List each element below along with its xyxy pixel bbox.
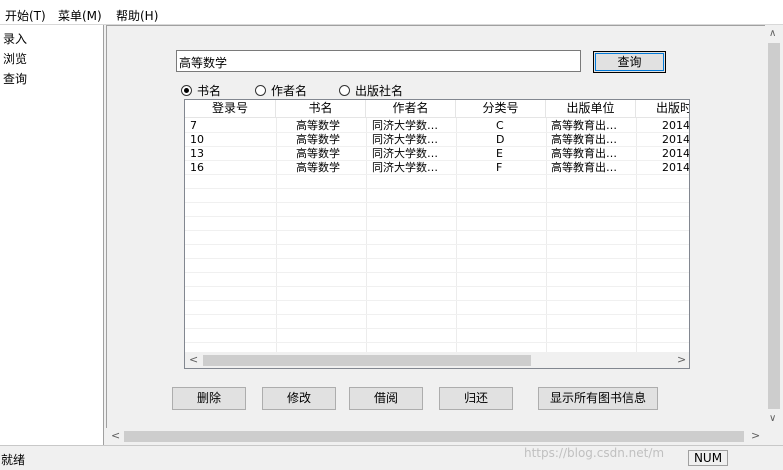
radio-publisher-label: 出版社名	[355, 84, 404, 98]
radio-author-label: 作者名	[271, 84, 308, 98]
scroll-left-icon[interactable]: <	[189, 352, 198, 368]
scroll-up-icon[interactable]: ∧	[769, 26, 776, 42]
row-gridline	[185, 314, 689, 315]
sidebar-item-input[interactable]: 录入	[3, 30, 27, 47]
cell-login-no: 16	[190, 161, 204, 174]
column-header-pub-date[interactable]: 出版时	[636, 100, 689, 117]
row-gridline	[185, 286, 689, 287]
radio-title-label: 书名	[197, 84, 222, 98]
row-gridline	[185, 258, 689, 259]
cell-login-no: 7	[190, 119, 197, 132]
delete-button[interactable]: 删除	[172, 387, 246, 410]
column-header-login-no[interactable]: 登录号	[185, 100, 276, 117]
menu-bar: 开始(T) 菜单(M) 帮助(H)	[0, 0, 783, 24]
row-gridline	[185, 328, 689, 329]
num-lock-indicator: NUM	[688, 450, 728, 466]
column-header-category[interactable]: 分类号	[456, 100, 546, 117]
cell-author: 同济大学数…	[372, 119, 438, 132]
sidebar-item-query[interactable]: 查询	[3, 70, 27, 87]
cell-category: E	[496, 147, 503, 160]
column-header-title[interactable]: 书名	[276, 100, 366, 117]
row-gridline	[185, 244, 689, 245]
cell-title: 高等数学	[296, 133, 340, 146]
cell-category: D	[496, 133, 505, 146]
column-header-publisher[interactable]: 出版单位	[546, 100, 636, 117]
show-all-books-button[interactable]: 显示所有图书信息	[538, 387, 658, 410]
cell-title: 高等数学	[296, 119, 340, 132]
table-row[interactable]: 10 高等数学 同济大学数… D 高等教育出… 2014(	[185, 133, 689, 147]
cell-category: C	[496, 119, 504, 132]
status-text: 就绪	[1, 453, 26, 467]
menu-help[interactable]: 帮助(H)	[116, 7, 158, 24]
table-row[interactable]: 13 高等数学 同济大学数… E 高等教育出… 2014(	[185, 147, 689, 161]
cell-category: F	[496, 161, 503, 174]
status-bar: 就绪 NUM	[0, 445, 783, 470]
page-vscrollbar[interactable]: ∧ ∨	[765, 25, 783, 428]
radio-circle[interactable]	[255, 85, 266, 96]
scroll-down-icon[interactable]: ∨	[769, 411, 776, 427]
list-hscrollbar[interactable]: < >	[185, 352, 689, 368]
menu-start[interactable]: 开始(T)	[5, 7, 46, 24]
radio-publisher[interactable]: 出版社名	[339, 82, 403, 99]
page-hscrollbar[interactable]: < >	[106, 428, 765, 445]
cell-title: 高等数学	[296, 161, 340, 174]
cell-author: 同济大学数…	[372, 147, 438, 160]
cell-publisher: 高等教育出…	[551, 119, 617, 132]
search-input[interactable]: 高等数学	[176, 50, 581, 72]
radio-title[interactable]: 书名	[181, 82, 221, 99]
return-button[interactable]: 归还	[439, 387, 513, 410]
watermark: https://blog.csdn.net/m	[524, 446, 665, 460]
row-gridline	[185, 230, 689, 231]
radio-dot	[184, 88, 189, 93]
cell-title: 高等数学	[296, 147, 340, 160]
cell-publisher: 高等教育出…	[551, 161, 617, 174]
row-gridline	[185, 342, 689, 343]
cell-pub-date: 2014(	[662, 133, 689, 146]
query-button[interactable]: 查询	[593, 51, 666, 73]
sidebar-item-browse[interactable]: 浏览	[3, 50, 27, 67]
page-hscroll-thumb[interactable]	[124, 431, 744, 442]
list-body: 7 高等数学 同济大学数… C 高等教育出… 2014( 10 高等数学 同济大…	[185, 118, 689, 352]
scroll-left-icon[interactable]: <	[111, 428, 120, 444]
cell-login-no: 13	[190, 147, 204, 160]
book-list[interactable]: 登录号 书名 作者名 分类号 出版单位 出版时 7 高等数学 同济大学数… C …	[184, 99, 690, 369]
edit-button[interactable]: 修改	[262, 387, 336, 410]
borrow-button[interactable]: 借阅	[349, 387, 423, 410]
radio-author[interactable]: 作者名	[255, 82, 307, 99]
row-gridline	[185, 202, 689, 203]
row-gridline	[185, 216, 689, 217]
cell-pub-date: 2014(	[662, 119, 689, 132]
menu-menu[interactable]: 菜单(M)	[58, 7, 102, 24]
column-header-author[interactable]: 作者名	[366, 100, 456, 117]
cell-pub-date: 2014(	[662, 161, 689, 174]
sidebar: 录入 浏览 查询	[0, 25, 104, 445]
cell-login-no: 10	[190, 133, 204, 146]
cell-pub-date: 2014(	[662, 147, 689, 160]
cell-author: 同济大学数…	[372, 161, 438, 174]
page-vscroll-thumb[interactable]	[768, 43, 780, 409]
cell-author: 同济大学数…	[372, 133, 438, 146]
scroll-right-icon[interactable]: >	[677, 352, 686, 368]
radio-circle[interactable]	[339, 85, 350, 96]
table-row[interactable]: 16 高等数学 同济大学数… F 高等教育出… 2014(	[185, 161, 689, 175]
scroll-right-icon[interactable]: >	[751, 428, 760, 444]
cell-publisher: 高等教育出…	[551, 147, 617, 160]
row-gridline	[185, 272, 689, 273]
radio-circle-checked[interactable]	[181, 85, 192, 96]
list-hscroll-thumb[interactable]	[203, 355, 531, 366]
row-gridline	[185, 300, 689, 301]
cell-publisher: 高等教育出…	[551, 133, 617, 146]
list-header: 登录号 书名 作者名 分类号 出版单位 出版时	[185, 100, 689, 118]
row-gridline	[185, 188, 689, 189]
table-row[interactable]: 7 高等数学 同济大学数… C 高等教育出… 2014(	[185, 119, 689, 133]
